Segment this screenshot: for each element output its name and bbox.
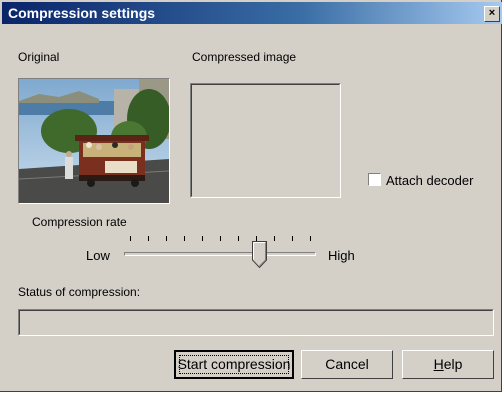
cancel-label: Cancel — [325, 356, 369, 372]
attach-decoder-label[interactable]: Attach decoder — [386, 173, 473, 188]
high-label: High — [328, 248, 355, 263]
close-button[interactable]: × — [484, 6, 500, 22]
low-label: Low — [86, 248, 110, 263]
help-label: Help — [433, 356, 463, 372]
title-bar[interactable]: Compression settings × — [2, 2, 502, 24]
start-compression-button[interactable]: Start compression — [174, 350, 294, 379]
compression-rate-track[interactable] — [124, 252, 316, 256]
compression-rate-thumb[interactable] — [252, 241, 267, 268]
compression-rate-label: Compression rate — [32, 215, 127, 229]
original-image-frame — [18, 78, 170, 204]
status-label: Status of compression: — [18, 285, 141, 299]
status-progress-bar — [18, 309, 494, 336]
window-title: Compression settings — [8, 5, 156, 21]
close-icon: × — [488, 7, 496, 19]
original-label: Original — [18, 50, 60, 64]
cancel-button[interactable]: Cancel — [301, 350, 393, 379]
compressed-image-label: Compressed image — [192, 50, 297, 64]
attach-decoder-checkbox[interactable] — [368, 173, 381, 186]
compressed-image-frame — [190, 83, 341, 198]
help-button[interactable]: Help — [402, 350, 494, 379]
original-image — [19, 79, 169, 203]
compression-settings-dialog: Compression settings × Original Compress… — [0, 0, 502, 392]
